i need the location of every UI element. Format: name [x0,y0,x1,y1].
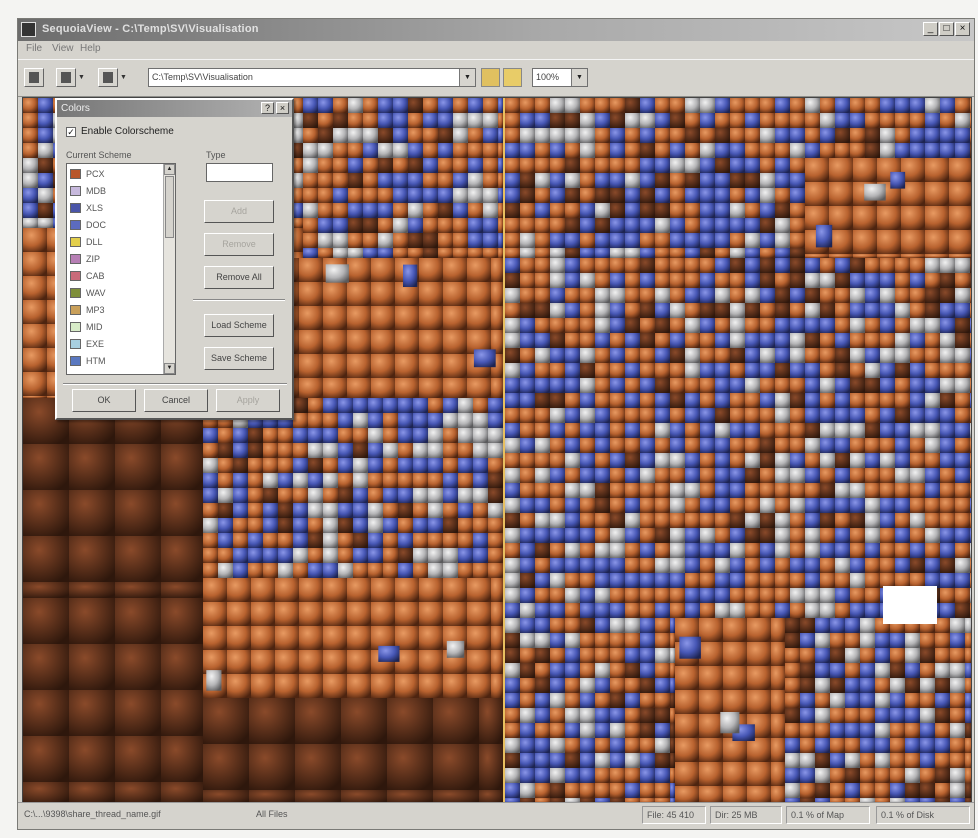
scheme-item-mdb[interactable]: MDB [70,183,162,199]
folder-up-icon[interactable] [481,68,500,87]
scheme-item-label: EXE [86,339,105,349]
scroll-up-icon[interactable]: ▲ [164,164,175,175]
type-input[interactable] [206,163,273,182]
menu-bar: File View Help [18,41,974,58]
scheme-item-htm[interactable]: HTM [70,353,162,369]
dialog-close-button[interactable]: × [276,102,289,114]
save-scheme-button[interactable]: Save Scheme [204,347,274,370]
status-file: File: 45 410 [642,806,706,824]
listbox-scrollbar[interactable]: ▲ ▼ [163,164,175,374]
dialog-help-button[interactable]: ? [261,102,274,114]
scheme-item-label: WAV [86,288,106,298]
scheme-item-label: CAB [86,271,105,281]
ok-button[interactable]: OK [72,389,136,412]
color-swatch [70,356,81,366]
scheme-item-pcx[interactable]: PCX [70,166,162,182]
color-swatch [70,186,81,196]
scheme-item-mid[interactable]: MID [70,319,162,335]
scheme-listbox[interactable]: PCX MDB XLS DOC DLL ZIP CAB WAV MP3 MID EXE HTM ▲ ▼ [66,163,176,375]
enable-colorscheme-checkbox[interactable]: ✓ [66,127,76,137]
path-value: C:\Temp\SV\Visualisation [152,72,253,82]
scroll-thumb[interactable] [165,176,174,238]
scheme-item-exe[interactable]: EXE [70,336,162,352]
scheme-item-label: MDB [86,186,106,196]
scan-dropdown[interactable]: ▼ [77,68,86,87]
scan-icon [61,72,71,83]
dialog-title: Colors [57,100,292,117]
app-icon [21,22,36,37]
type-label: Type [206,150,226,160]
scheme-item-label: HTM [86,356,106,366]
properties-button[interactable] [24,68,44,87]
scheme-item-label: ZIP [86,254,101,264]
color-swatch [70,254,81,264]
scheme-item-mp3[interactable]: MP3 [70,302,162,318]
status-bar: C:\...\9398\share_thread_name.gif All Fi… [18,802,974,829]
scheme-item-wav[interactable]: WAV [70,285,162,301]
add-button[interactable]: Add [204,200,274,223]
load-scheme-button[interactable]: Load Scheme [204,314,274,337]
color-swatch [70,203,81,213]
window-title: SequoiaView - C:\Temp\SV\Visualisation [42,23,259,35]
color-swatch [70,220,81,230]
current-scheme-label: Current Scheme [66,150,132,160]
scheme-item-doc[interactable]: DOC [70,217,162,233]
color-swatch [70,305,81,315]
scheme-item-label: MID [86,322,103,332]
properties-icon [29,72,39,83]
scheme-item-label: PCX [86,169,105,179]
color-swatch [70,288,81,298]
footer-divider [63,383,287,385]
path-dropdown-button[interactable]: ▼ [459,69,475,86]
scroll-down-icon[interactable]: ▼ [164,363,175,374]
zoom-dropdown-button[interactable]: ▼ [571,69,587,86]
remove-all-button[interactable]: Remove All [204,266,274,289]
color-swatch [70,322,81,332]
minimize-button[interactable]: _ [923,22,938,36]
scheme-item-label: DOC [86,220,106,230]
close-button[interactable]: × [955,22,970,36]
zoom-value: 100% [536,72,560,82]
menu-help[interactable]: Help [80,43,101,54]
scheme-item-dll[interactable]: DLL [70,234,162,250]
scan-button[interactable] [56,68,76,87]
color-swatch [70,271,81,281]
scheme-item-cab[interactable]: CAB [70,268,162,284]
status-filter: All Files [256,809,288,819]
open-folder-icon[interactable] [503,68,522,87]
colorscheme-dialog: Colors ? × ✓ Enable Colorscheme Current … [55,98,294,420]
color-swatch [70,169,81,179]
path-combo[interactable]: C:\Temp\SV\Visualisation ▼ [148,68,476,87]
menu-view[interactable]: View [52,43,74,54]
scheme-item-label: MP3 [86,305,105,315]
menu-file[interactable]: File [26,43,42,54]
cancel-button[interactable]: Cancel [144,389,208,412]
apply-button[interactable]: Apply [216,389,280,412]
scheme-item-label: XLS [86,203,104,213]
divider [193,299,285,301]
dialog-title-text: Colors [61,103,90,114]
color-swatch [70,237,81,247]
scheme-item-label: DLL [86,237,103,247]
status-pct-disk: 0.1 % of Disk [876,806,970,824]
toolbar: ▼ ▼ C:\Temp\SV\Visualisation ▼ 100% ▼ [18,59,974,97]
view-dropdown[interactable]: ▼ [119,68,128,87]
scheme-item-zip[interactable]: ZIP [70,251,162,267]
status-path: C:\...\9398\share_thread_name.gif [24,809,161,819]
title-bar: SequoiaView - C:\Temp\SV\Visualisation _… [18,19,974,41]
view-icon [103,72,113,83]
color-swatch [70,339,81,349]
maximize-button[interactable]: □ [939,22,954,36]
scheme-item-xls[interactable]: XLS [70,200,162,216]
status-dir: Dir: 25 MB [710,806,782,824]
enable-colorscheme-label: Enable Colorscheme [81,126,174,137]
status-pct-map: 0.1 % of Map [786,806,870,824]
view-button[interactable] [98,68,118,87]
zoom-combo[interactable]: 100% ▼ [532,68,588,87]
remove-button[interactable]: Remove [204,233,274,256]
